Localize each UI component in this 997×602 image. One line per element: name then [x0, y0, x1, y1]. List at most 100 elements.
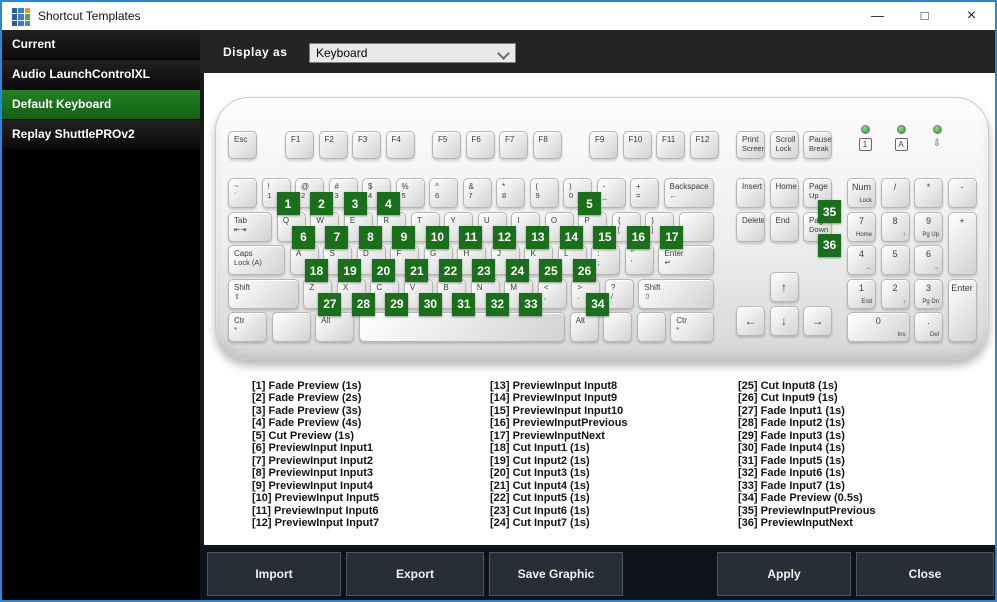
- topbar: Display as Keyboard: [200, 30, 995, 73]
- key-sym-3-11[interactable]: " ': [624, 245, 654, 275]
- key-num-lock[interactable]: Num Lock: [847, 178, 876, 208]
- key-print-screen[interactable]: Print Screen: [736, 131, 765, 159]
- sidebar: Current Audio LaunchControlXL Default Keyb…: [2, 30, 200, 600]
- key-0-ins[interactable]: 0 Ins: [847, 312, 910, 342]
- key-end[interactable]: End: [769, 211, 799, 242]
- key-backspace[interactable]: Backspace ←: [663, 178, 714, 208]
- minimize-button[interactable]: —: [854, 2, 901, 30]
- key-sym-5-1[interactable]: [271, 312, 311, 342]
- key-2[interactable]: 2 ↓: [880, 278, 910, 309]
- key-pause-break[interactable]: Pause Break: [803, 131, 832, 159]
- shortcut-badge-23: 23: [472, 259, 496, 282]
- shortcut-badge-33: 33: [519, 292, 543, 316]
- key-alt[interactable]: Alt: [569, 312, 599, 342]
- caps-lock-led: A: [892, 125, 910, 151]
- shortcut-list-item: [12] PreviewInput Input7: [252, 516, 380, 529]
- key-f1[interactable]: F1: [285, 131, 314, 159]
- keyboard-graphic: Esc F1 F2 F3 F4 F5 F6 F7 F8 F9 F10 F11 F12 Print Scree…: [215, 97, 989, 360]
- maximize-button[interactable]: □: [901, 2, 948, 30]
- app-icon-square: [12, 8, 18, 14]
- key-f11[interactable]: F11: [656, 131, 685, 159]
- scroll-lock-led-dot: [932, 125, 942, 134]
- export-button[interactable]: Export: [346, 552, 484, 596]
- key-f8[interactable]: F8: [532, 131, 562, 159]
- shortcut-list-item: [4] Fade Preview (4s): [252, 417, 362, 430]
- shortcut-list-item: [16] PreviewInputPrevious: [490, 417, 628, 430]
- key-ctr[interactable]: Ctr *: [670, 312, 714, 342]
- key-8[interactable]: * 8: [496, 178, 525, 208]
- key-enter[interactable]: Enter ↵: [658, 245, 714, 275]
- key-shift[interactable]: Shift ⇧: [638, 278, 714, 309]
- key-sym-10-3[interactable]: -: [947, 178, 977, 208]
- shortcut-list-item: [19] Cut Input2 (1s): [490, 454, 590, 467]
- key-sym-11-3[interactable]: +: [947, 211, 977, 275]
- key-6[interactable]: 6 →: [914, 245, 943, 275]
- key-9-pg-up[interactable]: 9 Pg Up: [914, 211, 943, 242]
- key-sym-8-0[interactable]: ↑: [769, 272, 799, 302]
- key-f2[interactable]: F2: [318, 131, 348, 159]
- close-button[interactable]: ×: [948, 2, 995, 30]
- import-button[interactable]: Import: [207, 552, 341, 596]
- save-graphic-button[interactable]: Save Graphic: [489, 552, 623, 596]
- shortcut-list-item: [33] Fade Input7 (1s): [738, 479, 845, 492]
- key-8[interactable]: 8 ↑: [880, 211, 910, 242]
- key-sym-1-0[interactable]: ~ `: [228, 178, 257, 208]
- key-insert[interactable]: Insert: [736, 178, 765, 208]
- key-6[interactable]: ^ 6: [429, 178, 458, 208]
- window-controls: — □ ×: [854, 2, 995, 30]
- key-sym-9-0[interactable]: ←: [736, 305, 765, 336]
- key-sym-10-2[interactable]: *: [914, 178, 943, 208]
- key-3-pg-dn[interactable]: 3 Pg Dn: [914, 278, 943, 309]
- key-delete[interactable]: Delete: [736, 211, 765, 242]
- shortcut-list-item: [17] PreviewInputNext: [490, 429, 605, 442]
- key-sym-5-5[interactable]: [603, 312, 633, 342]
- key-f12[interactable]: F12: [689, 131, 719, 159]
- key-9[interactable]: (9: [529, 178, 559, 208]
- key-5[interactable]: 5: [880, 245, 910, 275]
- key-1-end[interactable]: 1 End: [847, 278, 876, 309]
- key-esc[interactable]: Esc: [228, 131, 257, 159]
- key-enter[interactable]: Enter: [947, 278, 977, 342]
- key-f9[interactable]: F9: [589, 131, 618, 159]
- shortcut-list-item: [22] Cut Input5 (1s): [490, 492, 590, 505]
- key-f10[interactable]: F10: [622, 131, 652, 159]
- key-7-home[interactable]: 7 Home: [847, 211, 876, 242]
- key-4[interactable]: 4 ←: [847, 245, 876, 275]
- shortcut-badge-2: 2: [310, 192, 333, 215]
- shortcut-badge-22: 22: [438, 259, 462, 282]
- key-ctr[interactable]: Ctr *: [228, 312, 268, 342]
- key-scroll-lock[interactable]: Scroll Lock: [769, 131, 799, 159]
- key-f4[interactable]: F4: [385, 131, 415, 159]
- key-sym-5-6[interactable]: [636, 312, 666, 342]
- key-home[interactable]: Home: [769, 178, 799, 208]
- key-f5[interactable]: F5: [432, 131, 461, 159]
- key-sym-9-1[interactable]: ↓: [769, 305, 799, 336]
- key-f6[interactable]: F6: [465, 131, 495, 159]
- key-f3[interactable]: F3: [352, 131, 381, 159]
- shortcut-badge-27: 27: [318, 292, 342, 316]
- key-f7[interactable]: F7: [499, 131, 528, 159]
- shortcut-list-item: [1] Fade Preview (1s): [252, 380, 362, 392]
- key-alt[interactable]: Alt: [315, 312, 355, 342]
- close-button[interactable]: Close: [856, 552, 994, 596]
- key-shift[interactable]: Shift ⇧: [228, 278, 299, 309]
- shortcut-badge-24: 24: [505, 259, 529, 282]
- sidebar-item-audio-launchcontrolxl[interactable]: Audio LaunchControlXL: [2, 60, 200, 90]
- shortcut-badge-28: 28: [351, 292, 375, 316]
- key-tab[interactable]: Tab ⇤⇥: [228, 211, 273, 242]
- sidebar-item-current[interactable]: Current: [2, 30, 200, 60]
- key-sym-10-1[interactable]: /: [880, 178, 910, 208]
- key-sym-2-13[interactable]: [678, 211, 714, 242]
- shortcut-badge-20: 20: [371, 259, 395, 282]
- key-sym-1-12[interactable]: + =: [630, 178, 659, 208]
- display-as-dropdown[interactable]: Keyboard: [309, 43, 516, 63]
- key-del[interactable]: . Del: [914, 312, 943, 342]
- apply-button[interactable]: Apply: [717, 552, 851, 596]
- key-sym-9-2[interactable]: →: [803, 305, 832, 336]
- key-space[interactable]: [358, 312, 566, 342]
- sidebar-item-default-keyboard[interactable]: Default Keyboard: [2, 90, 200, 120]
- sidebar-item-replay-shuttleprov2[interactable]: Replay ShuttlePROv2: [2, 120, 200, 150]
- key-caps-lock-a[interactable]: Caps Lock (A): [228, 245, 286, 275]
- key-7[interactable]: & 7: [462, 178, 492, 208]
- shortcut-list-item: [23] Cut Input6 (1s): [490, 504, 590, 517]
